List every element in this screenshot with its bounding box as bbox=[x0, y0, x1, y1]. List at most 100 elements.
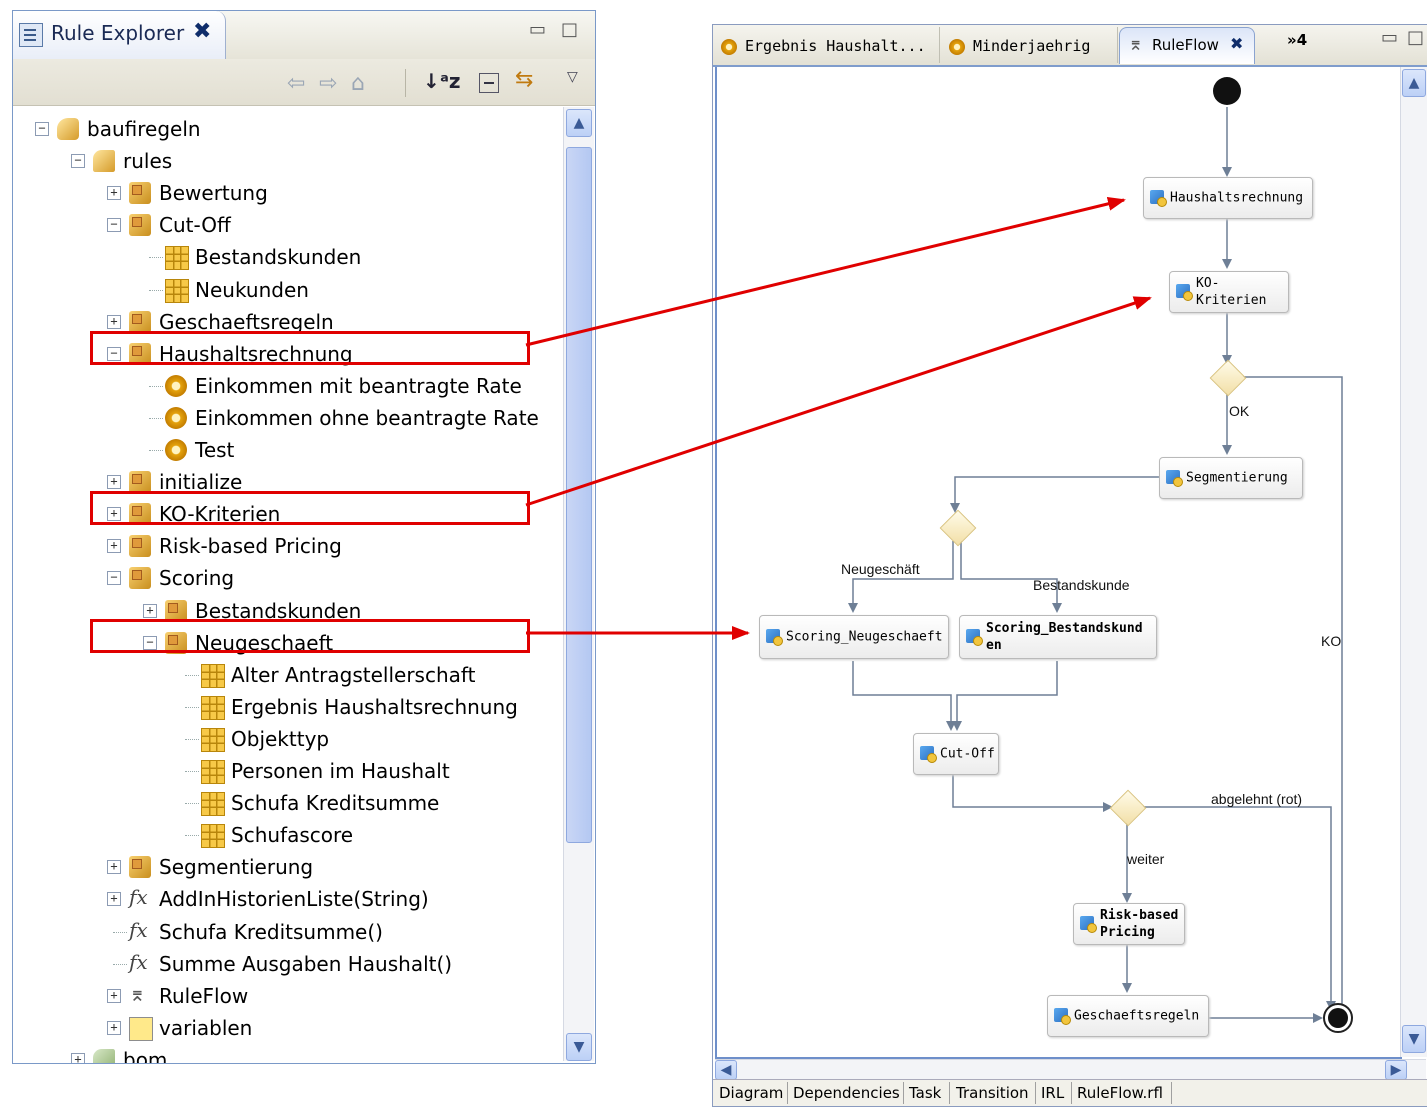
tree-item[interactable]: − rules bbox=[13, 147, 561, 177]
tree-item[interactable]: + Bewertung bbox=[13, 179, 561, 209]
package-icon bbox=[129, 567, 151, 590]
tab-overflow-button[interactable]: »4 bbox=[1287, 31, 1307, 49]
flow-start-node[interactable] bbox=[1213, 77, 1241, 105]
task-icon bbox=[1166, 470, 1183, 487]
maximize-icon[interactable]: □ bbox=[1407, 27, 1424, 48]
scroll-left-icon[interactable]: ◀ bbox=[715, 1060, 737, 1080]
node-geschaeftsregeln[interactable]: Geschaeftsregeln bbox=[1047, 995, 1209, 1037]
minimize-icon[interactable]: ▭ bbox=[1381, 27, 1398, 48]
minimize-icon[interactable]: ▭ bbox=[529, 19, 546, 40]
collapse-minus-icon[interactable]: − bbox=[107, 571, 121, 586]
expand-plus-icon[interactable]: + bbox=[107, 539, 121, 554]
expand-plus-icon[interactable]: + bbox=[71, 1052, 85, 1063]
bottom-tab-ruleflow-rfl[interactable]: RuleFlow.rfl bbox=[1077, 1084, 1163, 1102]
node-risk-based-pricing[interactable]: Risk-based Pricing bbox=[1073, 903, 1185, 945]
tree-item[interactable]: Einkommen ohne beantragte Rate bbox=[13, 404, 561, 434]
tree-item[interactable]: − baufiregeln bbox=[13, 115, 561, 145]
tree-item[interactable]: Personen im Haushalt bbox=[13, 757, 561, 787]
scroll-up-icon[interactable]: ▲ bbox=[1402, 69, 1426, 97]
tree-connector bbox=[149, 450, 163, 451]
tree-item[interactable]: Objekttyp bbox=[13, 725, 561, 755]
scroll-down-icon[interactable]: ▼ bbox=[1402, 1025, 1426, 1053]
view-menu-icon[interactable]: ▽ bbox=[567, 69, 578, 85]
node-label: Scoring_Bestandskund en bbox=[986, 621, 1143, 653]
node-label: Haushaltsrechnung bbox=[1170, 190, 1304, 206]
collapse-all-icon[interactable] bbox=[479, 73, 499, 93]
tree-item-label: Alter Antragstellerschaft bbox=[231, 662, 476, 687]
bottom-tab-irl[interactable]: IRL bbox=[1041, 1084, 1064, 1102]
node-segmentierung[interactable]: Segmentierung bbox=[1159, 457, 1303, 499]
tree-item[interactable]: + variablen bbox=[13, 1014, 561, 1044]
tree-item[interactable]: + ⌆ RuleFlow bbox=[13, 982, 561, 1012]
link-editor-icon[interactable]: ⇆ bbox=[515, 67, 533, 92]
tab-minderjaehrig[interactable]: Minderjaehrig bbox=[941, 27, 1118, 63]
editor-vertical-scrollbar[interactable]: ▲ ▼ bbox=[1400, 67, 1427, 1057]
variables-icon bbox=[129, 1016, 153, 1041]
task-icon bbox=[1150, 190, 1167, 207]
diagram-canvas[interactable]: Haushaltsrechnung KO-Kriterien Segmentie… bbox=[715, 67, 1402, 1059]
tree-item[interactable]: Alter Antragstellerschaft bbox=[13, 661, 561, 691]
tree-item[interactable]: fx Summe Ausgaben Haushalt() bbox=[13, 950, 561, 980]
expand-plus-icon[interactable]: + bbox=[107, 186, 121, 201]
scrollbar-thumb[interactable] bbox=[566, 147, 592, 843]
explorer-titlebar: Rule Explorer ✖ ▭ □ bbox=[13, 11, 595, 60]
close-icon[interactable]: ✖ bbox=[1230, 34, 1243, 53]
node-scoring-neugeschaeft[interactable]: Scoring_Neugeschaeft bbox=[759, 615, 949, 659]
tree-item[interactable]: Test bbox=[13, 436, 561, 466]
collapse-minus-icon[interactable]: − bbox=[35, 122, 49, 136]
bottom-tab-task[interactable]: Task bbox=[909, 1084, 941, 1102]
edge-label-weiter: weiter bbox=[1127, 851, 1165, 867]
collapse-minus-icon[interactable]: − bbox=[71, 154, 85, 169]
tree-item[interactable]: + Risk-based Pricing bbox=[13, 532, 561, 562]
expand-plus-icon[interactable]: + bbox=[143, 603, 157, 618]
node-cut-off[interactable]: Cut-Off bbox=[913, 733, 999, 775]
sort-alpha-icon[interactable]: ↓ᵃz bbox=[423, 69, 461, 93]
bottom-tab-transition[interactable]: Transition bbox=[956, 1084, 1029, 1102]
edge-label-bestandskunde: Bestandskunde bbox=[1033, 577, 1130, 593]
node-scoring-bestandskunden[interactable]: Scoring_Bestandskund en bbox=[959, 615, 1157, 659]
rule-explorer-tab[interactable]: Rule Explorer ✖ bbox=[13, 11, 226, 59]
forward-arrow-icon[interactable]: ⇨ bbox=[319, 71, 337, 96]
tree-item[interactable]: + bom bbox=[13, 1046, 561, 1063]
expand-plus-icon[interactable]: + bbox=[107, 1020, 121, 1035]
tree-item[interactable]: Bestandskunden bbox=[13, 243, 561, 273]
tree-connector bbox=[185, 803, 199, 805]
tree-item[interactable]: fx Schufa Kreditsumme() bbox=[13, 918, 561, 948]
scroll-down-icon[interactable]: ▼ bbox=[566, 1033, 592, 1061]
tree-item[interactable]: + fx AddInHistorienListe(String) bbox=[13, 885, 561, 915]
editor-horizontal-scrollbar[interactable]: ◀ ▶ bbox=[715, 1059, 1426, 1080]
tree-item[interactable]: Schufa Kreditsumme bbox=[13, 789, 561, 819]
flow-end-node[interactable] bbox=[1323, 1003, 1353, 1033]
expand-plus-icon[interactable]: + bbox=[107, 314, 121, 329]
tree-item[interactable]: − Scoring bbox=[13, 564, 561, 594]
tree-item[interactable]: Einkommen mit beantragte Rate bbox=[13, 372, 561, 402]
tree-item[interactable]: + Segmentierung bbox=[13, 853, 561, 883]
task-icon bbox=[766, 629, 783, 646]
tab-ergebnis-haushalt[interactable]: Ergebnis Haushalt... bbox=[713, 27, 940, 63]
up-folder-icon[interactable]: ⌂ bbox=[351, 71, 365, 96]
tree-item[interactable]: − Cut-Off bbox=[13, 211, 561, 241]
tree-item[interactable]: Neukunden bbox=[13, 276, 561, 306]
close-icon[interactable]: ✖ bbox=[193, 19, 211, 44]
collapse-minus-icon[interactable]: − bbox=[107, 218, 121, 233]
back-arrow-icon[interactable]: ⇦ bbox=[287, 71, 305, 96]
tab-ruleflow[interactable]: ⌆ RuleFlow ✖ bbox=[1119, 27, 1255, 64]
expand-plus-icon[interactable]: + bbox=[107, 860, 121, 875]
bottom-tab-dependencies[interactable]: Dependencies bbox=[793, 1084, 900, 1102]
node-haushaltsrechnung[interactable]: Haushaltsrechnung bbox=[1143, 177, 1313, 219]
scroll-right-icon[interactable]: ▶ bbox=[1385, 1060, 1407, 1080]
maximize-icon[interactable]: □ bbox=[561, 19, 578, 40]
highlight-haushaltsrechnung bbox=[90, 331, 530, 365]
tree-item[interactable]: Schufascore bbox=[13, 821, 561, 851]
end-node-core bbox=[1328, 1008, 1348, 1028]
decision-table-icon bbox=[201, 760, 225, 784]
expand-plus-icon[interactable]: + bbox=[107, 475, 121, 490]
tree-item[interactable]: Ergebnis Haushaltsrechnung bbox=[13, 693, 561, 723]
tree-item-label: rules bbox=[123, 149, 173, 174]
bottom-tab-diagram[interactable]: Diagram bbox=[719, 1084, 783, 1102]
project-icon bbox=[57, 118, 79, 140]
node-ko-kriterien[interactable]: KO-Kriterien bbox=[1169, 271, 1289, 313]
expand-plus-icon[interactable]: + bbox=[107, 988, 121, 1003]
expand-plus-icon[interactable]: + bbox=[107, 892, 121, 907]
scroll-up-icon[interactable]: ▲ bbox=[566, 109, 592, 137]
